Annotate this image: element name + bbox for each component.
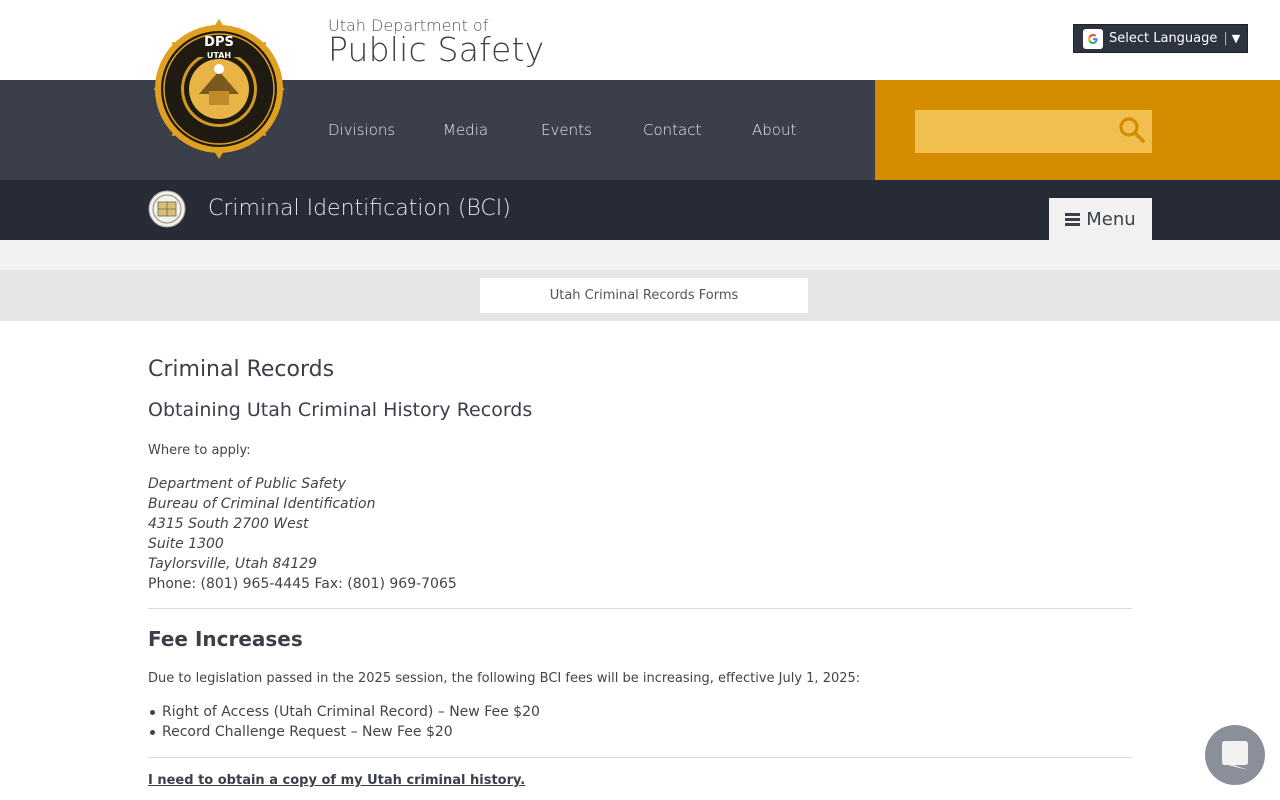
address-line: Bureau of Criminal Identification [148, 496, 376, 512]
division-title[interactable]: Criminal Identification (BCI) [208, 196, 511, 221]
logo-overlay-dps-text: DPS [204, 35, 234, 50]
divider [148, 757, 1132, 758]
fee-item-text: Right of Access (Utah Criminal Record) –… [162, 704, 540, 720]
chat-bubble-icon [1222, 741, 1248, 770]
dps-logo-overlay[interactable]: DPS UTAH [154, 18, 284, 160]
address-line: Department of Public Safety [148, 476, 347, 492]
list-item: Record Challenge Request – New Fee $20 [148, 724, 453, 740]
page-subtitle: Obtaining Utah Criminal History Records [148, 399, 533, 421]
nav-item-divisions[interactable]: Divisions [328, 121, 395, 139]
nav-item-contact[interactable]: Contact [643, 121, 701, 139]
address-line: 4315 South 2700 West [148, 516, 309, 532]
bci-seal-icon [148, 190, 186, 228]
nav-item-about[interactable]: About [752, 121, 796, 139]
menu-button[interactable]: Menu [1049, 198, 1152, 240]
fee-item-text: Record Challenge Request – New Fee $20 [162, 724, 453, 740]
spacer-band [0, 240, 1280, 270]
bullet-icon [150, 729, 155, 735]
main-nav-bar [0, 80, 875, 180]
hamburger-icon [1065, 212, 1081, 226]
bullet-icon [150, 709, 155, 715]
menu-label: Menu [1086, 208, 1136, 230]
where-to-apply-label: Where to apply: [148, 443, 251, 458]
chat-button[interactable] [1205, 725, 1265, 785]
fee-increases-text: Due to legislation passed in the 2025 se… [148, 671, 861, 686]
brand-title[interactable]: Public Safety [328, 30, 544, 69]
list-item: Right of Access (Utah Criminal Record) –… [148, 704, 540, 720]
select-language-label: Select Language [1109, 31, 1218, 46]
page-title: Criminal Records [148, 357, 335, 382]
search-icon[interactable] [1118, 116, 1146, 144]
fee-increases-heading: Fee Increases [148, 627, 303, 651]
search-input[interactable] [915, 110, 1115, 153]
obtain-criminal-history-link[interactable]: I need to obtain a copy of my Utah crimi… [148, 773, 525, 788]
criminal-records-forms-button[interactable]: Utah Criminal Records Forms [480, 278, 808, 313]
google-icon [1083, 28, 1103, 49]
address-line: Taylorsville, Utah 84129 [148, 556, 318, 572]
nav-item-events[interactable]: Events [541, 121, 592, 139]
phone-fax: Phone: (801) 965-4445 Fax: (801) 969-706… [148, 576, 457, 592]
select-language-separator: | [1223, 31, 1228, 46]
nav-item-media[interactable]: Media [443, 121, 488, 139]
divider [148, 608, 1132, 609]
logo-overlay-utah-text: UTAH [207, 51, 231, 60]
select-language-button[interactable]: Select Language | ▼ [1073, 24, 1248, 53]
address-line: Suite 1300 [148, 536, 224, 552]
dropdown-arrow-icon: ▼ [1231, 32, 1241, 45]
